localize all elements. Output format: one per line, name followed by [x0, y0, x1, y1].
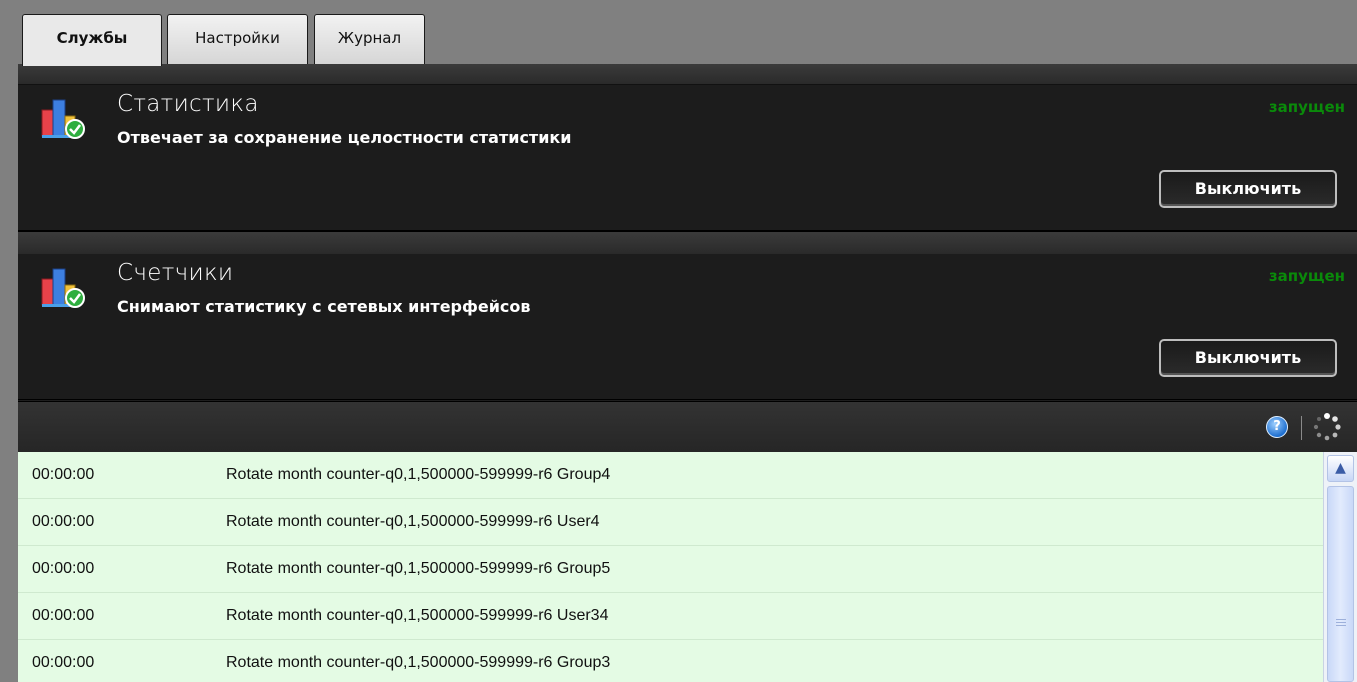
service-separator	[18, 231, 1357, 255]
statistics-service-icon	[41, 99, 85, 139]
panel-header-strip	[18, 64, 1357, 85]
refresh-icon[interactable]	[1312, 412, 1342, 442]
service-card-counters: Счетчики Снимают статистику с сетевых ин…	[18, 254, 1357, 400]
log-time: 00:00:00	[32, 466, 95, 483]
log-message: Rotate month counter-q0,1,500000-599999-…	[226, 466, 611, 483]
scroll-thumb[interactable]	[1327, 486, 1354, 682]
service-title: Статистика	[117, 91, 259, 117]
service-status: запущен	[1268, 267, 1345, 285]
help-icon[interactable]: ?	[1266, 416, 1288, 438]
log-row[interactable]: 00:00:00 Rotate month counter-q0,1,50000…	[18, 452, 1323, 499]
log-time: 00:00:00	[32, 560, 95, 577]
tab-settings[interactable]: Настройки	[167, 14, 308, 64]
tab-services[interactable]: Службы	[22, 14, 162, 66]
log-time: 00:00:00	[32, 607, 95, 624]
log-row[interactable]: 00:00:00 Rotate month counter-q0,1,50000…	[18, 640, 1323, 682]
scroll-grip	[1336, 622, 1346, 623]
service-description: Снимают статистику с сетевых интерфейсов	[117, 297, 531, 316]
services-panel: Статистика Отвечает за сохранение целост…	[18, 64, 1357, 682]
tab-bar: Службы Настройки Журнал	[18, 14, 1357, 66]
log-message: Rotate month counter-q0,1,500000-599999-…	[226, 607, 609, 624]
log-row[interactable]: 00:00:00 Rotate month counter-q0,1,50000…	[18, 593, 1323, 640]
log-message: Rotate month counter-q0,1,500000-599999-…	[226, 513, 600, 530]
scroll-grip	[1336, 619, 1346, 620]
log-message: Rotate month counter-q0,1,500000-599999-…	[226, 560, 611, 577]
log-scrollbar[interactable]: ▲	[1323, 452, 1357, 682]
log-time: 00:00:00	[32, 513, 95, 530]
disable-counters-button[interactable]: Выключить	[1159, 339, 1337, 377]
disable-statistics-button[interactable]: Выключить	[1159, 170, 1337, 208]
scroll-grip	[1336, 625, 1346, 626]
log-row[interactable]: 00:00:00 Rotate month counter-q0,1,50000…	[18, 546, 1323, 593]
scroll-up-icon[interactable]: ▲	[1327, 455, 1354, 482]
log-list: 00:00:00 Rotate month counter-q0,1,50000…	[18, 452, 1357, 682]
counters-service-icon	[41, 268, 85, 308]
tab-journal[interactable]: Журнал	[314, 14, 425, 64]
service-description: Отвечает за сохранение целостности стати…	[117, 128, 572, 147]
toolbar-divider	[1301, 416, 1302, 440]
service-status: запущен	[1268, 98, 1345, 116]
service-title: Счетчики	[117, 260, 234, 286]
log-message: Rotate month counter-q0,1,500000-599999-…	[226, 654, 611, 671]
service-card-statistics: Статистика Отвечает за сохранение целост…	[18, 85, 1357, 231]
log-toolbar: ?	[18, 401, 1357, 452]
log-time: 00:00:00	[32, 654, 95, 671]
log-row[interactable]: 00:00:00 Rotate month counter-q0,1,50000…	[18, 499, 1323, 546]
